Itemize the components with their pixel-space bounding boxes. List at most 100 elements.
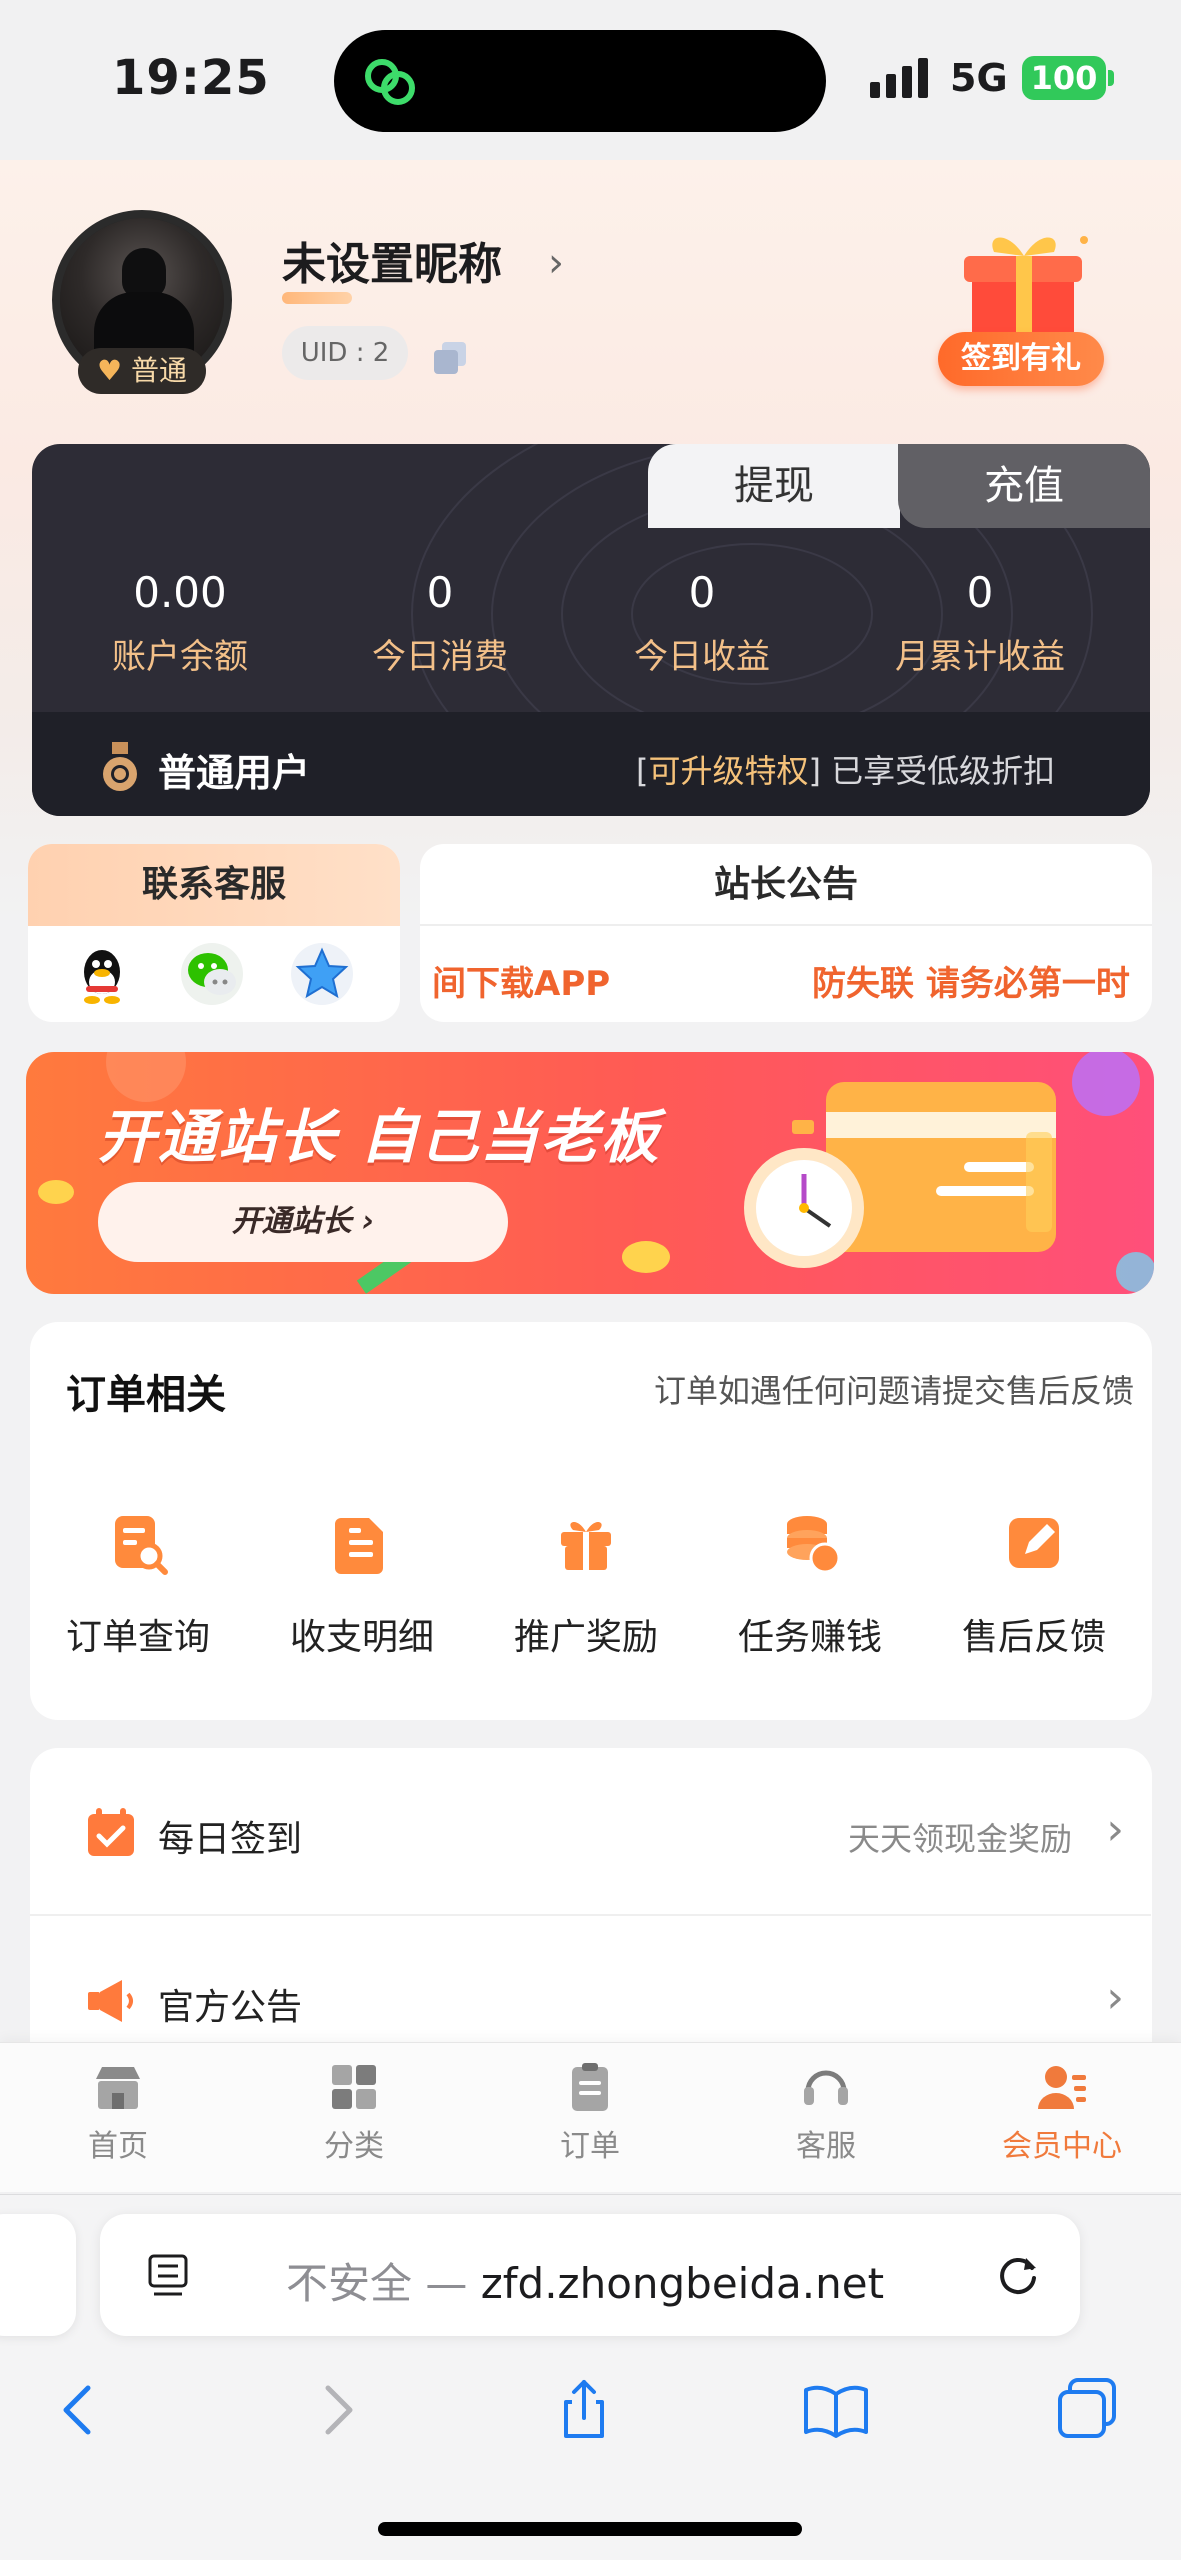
address-bar[interactable]: 不安全 — zfd.zhongbeida.net <box>100 2214 1080 2336</box>
order-query-button[interactable]: 订单查询 <box>38 1508 238 1660</box>
list-item-label: 官方公告 <box>158 1987 303 2028</box>
income-expense-button[interactable]: 收支明细 <box>262 1508 462 1660</box>
orders-hint: 订单如遇任何问题请提交售后反馈 <box>653 1372 1134 1410</box>
network-type: 5G <box>950 56 1008 100</box>
copy-icon[interactable] <box>432 340 468 376</box>
calendar-check-icon <box>88 1808 134 1856</box>
tab-orders[interactable]: 订单 <box>472 2059 708 2165</box>
list-item-hint: 天天领现金奖励 <box>847 1820 1072 1858</box>
member-icon <box>1038 2066 1086 2109</box>
tab-label: 分类 <box>324 2129 384 2164</box>
link-icon <box>365 59 415 105</box>
reload-icon[interactable] <box>994 2250 1044 2300</box>
notice-marquee-left[interactable]: 间下载APP <box>432 956 610 1005</box>
qq-icon[interactable] <box>70 942 134 1006</box>
tab-home[interactable]: 首页 <box>0 2059 236 2165</box>
contact-service-title: 联系客服 <box>28 844 400 926</box>
card-clock-illustration <box>744 1082 1056 1268</box>
medal-icon <box>103 742 137 791</box>
contact-service-card: 联系客服 <box>28 844 400 1022</box>
order-item-label: 推广奖励 <box>513 1617 658 1658</box>
banner-open-station[interactable]: 开通站长 自己当老板 开通站长 › <box>26 1052 1154 1294</box>
menu-list: 每日签到 天天领现金奖励 › 官方公告 › <box>30 1748 1152 2068</box>
stat-value: 0.00 <box>133 568 227 617</box>
after-sales-button[interactable]: 售后反馈 <box>934 1508 1134 1660</box>
level-badge-label: 普通 <box>131 354 188 387</box>
stat-month-income: 0 月累计收益 <box>850 568 1110 678</box>
megaphone-icon <box>88 1980 133 2022</box>
clipboard-icon <box>572 2063 608 2111</box>
chevron-right-icon: › <box>1106 1972 1124 2023</box>
wechat-icon[interactable] <box>180 942 244 1006</box>
tab-category[interactable]: 分类 <box>236 2059 472 2165</box>
tab-recharge[interactable]: 充值 <box>898 444 1150 528</box>
bookmarks-icon[interactable] <box>800 2374 872 2446</box>
tab-label: 订单 <box>560 2129 620 2164</box>
grid-icon <box>332 2065 376 2109</box>
bracket-open: [ <box>636 752 649 790</box>
notice-marquee-right[interactable]: 防失联 请务必第一时 <box>812 956 1130 1005</box>
url-text[interactable]: 不安全 — zfd.zhongbeida.net <box>286 2250 884 2311</box>
url-host: zfd.zhongbeida.net <box>480 2259 885 2308</box>
insecure-label: 不安全 — <box>286 2259 481 2308</box>
star-icon[interactable] <box>290 942 354 1006</box>
nickname-underline <box>282 292 352 304</box>
signal-icon <box>870 58 928 98</box>
chevron-right-icon[interactable]: › <box>548 240 564 286</box>
reader-icon[interactable] <box>146 2252 190 2300</box>
divider <box>30 1914 1151 1916</box>
store-icon <box>96 2067 140 2109</box>
heart-icon: ♥ <box>96 354 123 387</box>
orders-section: 订单相关 订单如遇任何问题请提交售后反馈 订单查询 收支明细 推广奖励 任务赚钱… <box>30 1322 1152 1720</box>
stat-value: 0 <box>966 568 994 617</box>
tabs-icon[interactable] <box>1052 2374 1124 2446</box>
upgrade-note: ] 已享受低级折扣 <box>808 752 1056 790</box>
stat-today-income: 0 今日收益 <box>572 568 832 678</box>
share-icon[interactable] <box>548 2374 620 2446</box>
chevron-right-icon: › <box>1106 1804 1124 1855</box>
stat-label: 月累计收益 <box>895 637 1065 677</box>
battery-tip <box>1108 70 1114 86</box>
stat-label: 今日消费 <box>372 637 508 677</box>
upgrade-privilege[interactable]: [可升级特权] 已享受低级折扣 <box>636 746 1055 792</box>
tab-label: 首页 <box>88 2129 148 2164</box>
user-type: 普通用户 <box>158 751 311 795</box>
dynamic-island <box>334 30 826 132</box>
uid-label: UID : 2 <box>282 326 408 380</box>
order-item-label: 收支明细 <box>289 1617 434 1658</box>
level-badge: ♥ 普通 <box>78 348 206 394</box>
tab-service[interactable]: 客服 <box>708 2059 944 2165</box>
edit-icon <box>1009 1518 1059 1568</box>
order-search-icon <box>115 1516 168 1575</box>
promotion-reward-button[interactable]: 推广奖励 <box>486 1508 686 1660</box>
home-indicator[interactable] <box>378 2522 802 2536</box>
notice-title: 站长公告 <box>420 844 1152 926</box>
bottom-tab-bar: 首页 分类 订单 客服 会员中心 <box>0 2042 1181 2192</box>
tab-withdraw[interactable]: 提现 <box>648 444 900 528</box>
stat-label: 今日收益 <box>634 637 770 677</box>
forward-icon[interactable] <box>300 2374 372 2446</box>
sign-in-gift-button[interactable]: 签到有礼 <box>938 332 1104 386</box>
back-icon[interactable] <box>44 2374 116 2446</box>
previous-tab-card[interactable] <box>0 2214 76 2336</box>
notice-card: 站长公告 间下载APP 防失联 请务必第一时 <box>420 844 1152 1022</box>
coins-icon <box>787 1516 841 1574</box>
upgrade-link[interactable]: 可升级特权 <box>648 752 808 790</box>
document-icon <box>335 1518 383 1574</box>
headset-icon <box>804 2070 848 2105</box>
order-item-label: 订单查询 <box>65 1617 210 1658</box>
order-item-label: 售后反馈 <box>961 1617 1106 1658</box>
status-time: 19:25 <box>112 50 270 106</box>
stat-label: 账户余额 <box>112 637 248 677</box>
tab-member-center[interactable]: 会员中心 <box>944 2059 1180 2165</box>
banner-title: 开通站长 自己当老板 <box>98 1103 661 1171</box>
stat-value: 0 <box>688 568 716 617</box>
open-station-button[interactable]: 开通站长 › <box>98 1182 508 1262</box>
stat-today-spend: 0 今日消费 <box>310 568 570 678</box>
stat-balance: 0.00 账户余额 <box>50 568 310 678</box>
nickname[interactable]: 未设置昵称 <box>282 228 502 292</box>
task-earn-button[interactable]: 任务赚钱 <box>710 1508 910 1660</box>
orders-title: 订单相关 <box>66 1372 226 1418</box>
daily-sign-in-row[interactable]: 每日签到 天天领现金奖励 › <box>30 1748 1152 1918</box>
stat-value: 0 <box>426 568 454 617</box>
